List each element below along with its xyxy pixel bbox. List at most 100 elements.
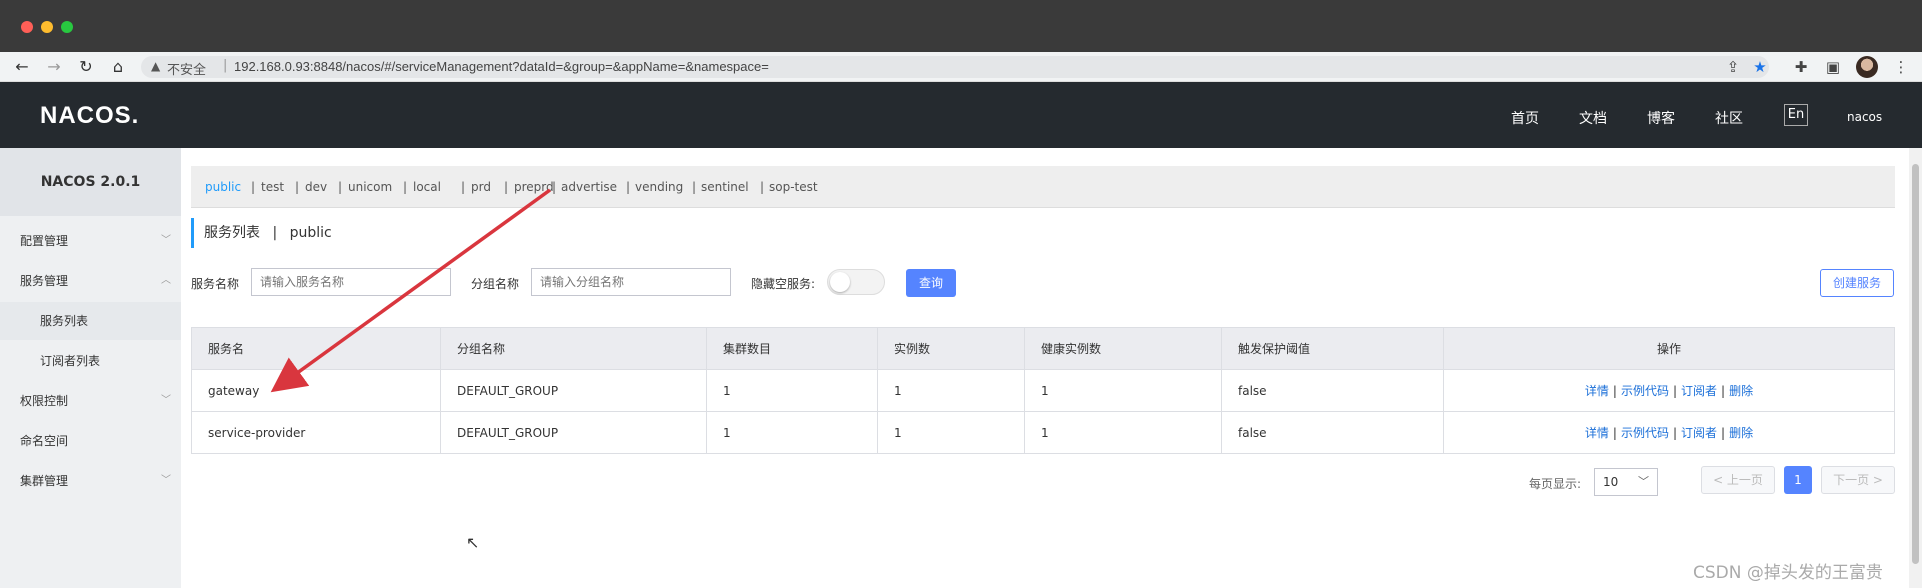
chevron-down-icon: ﹀ <box>161 235 171 246</box>
address-separator: | <box>223 58 228 73</box>
sidebar-item-auth[interactable]: 权限控制 ﹀ <box>0 382 181 420</box>
page-size-value: 10 <box>1603 475 1619 489</box>
forward-icon[interactable]: → <box>44 57 64 77</box>
table-row: gateway DEFAULT_GROUP 1 1 1 false 详情 | 示例代… <box>191 369 1895 412</box>
menu-kebab-icon[interactable]: ⋮ <box>1891 57 1911 77</box>
namespace-advertise[interactable]: advertise <box>561 180 617 194</box>
namespace-prd[interactable]: prd <box>471 180 491 194</box>
page-scrollbar[interactable] <box>1909 148 1922 588</box>
nav-home[interactable]: 首页 <box>1511 108 1539 128</box>
current-user[interactable]: nacos <box>1847 110 1882 124</box>
detail-link[interactable]: 详情 <box>1585 384 1609 398</box>
share-icon[interactable]: ⇪ <box>1723 57 1743 77</box>
col-healthy-count: 健康实例数 <box>1024 327 1222 370</box>
page-size-select[interactable]: 10 ﹀ <box>1594 468 1658 496</box>
namespace-local[interactable]: local <box>413 180 441 194</box>
app-header: NACOS. 首页 文档 博客 社区 En nacos <box>0 82 1922 148</box>
namespace-separator: | <box>626 180 631 194</box>
namespace-separator: | <box>760 180 765 194</box>
table-row: service-provider DEFAULT_GROUP 1 1 1 fal… <box>191 411 1895 454</box>
sidebar-item-service[interactable]: 服务管理 ︿ <box>0 262 181 300</box>
namespace-test[interactable]: test <box>261 180 284 194</box>
cell-healthy-count: 1 <box>1024 369 1222 412</box>
maximize-window-icon[interactable] <box>61 21 73 33</box>
sample-code-link[interactable]: 示例代码 <box>1621 426 1669 440</box>
action-separator: | <box>1672 426 1678 440</box>
watermark: CSDN @掉头发的王富贵 <box>1693 563 1883 583</box>
sidebar-item-config[interactable]: 配置管理 ﹀ <box>0 222 181 260</box>
language-toggle[interactable]: En <box>1784 104 1808 126</box>
create-service-button[interactable]: 创建服务 <box>1820 269 1894 297</box>
subscribers-link[interactable]: 订阅者 <box>1681 426 1717 440</box>
namespace-sentinel[interactable]: sentinel <box>701 180 749 194</box>
sidebar-item-label: 集群管理 <box>20 474 69 488</box>
page-title-text: 服务列表 <box>204 225 260 241</box>
action-separator: | <box>1672 384 1678 398</box>
namespace-separator: | <box>552 180 557 194</box>
subscribers-link[interactable]: 订阅者 <box>1681 384 1717 398</box>
cell-protect-threshold: false <box>1221 369 1444 412</box>
namespace-sop-test[interactable]: sop-test <box>769 180 818 194</box>
sidebar-item-label: 配置管理 <box>20 234 69 248</box>
cell-cluster-count: 1 <box>706 411 878 454</box>
bookmark-star-icon[interactable]: ★ <box>1750 57 1770 77</box>
service-name-label: 服务名称 <box>191 277 240 291</box>
warning-icon: ▲ <box>151 59 161 73</box>
sidebar-item-cluster[interactable]: 集群管理 ﹀ <box>0 462 181 500</box>
browser-titlebar <box>0 0 1922 52</box>
close-window-icon[interactable] <box>21 21 33 33</box>
namespace-separator: | <box>295 180 300 194</box>
query-button[interactable]: 查询 <box>906 269 956 297</box>
sample-code-link[interactable]: 示例代码 <box>1621 384 1669 398</box>
namespace-preprd[interactable]: preprd <box>514 180 554 194</box>
nacos-logo[interactable]: NACOS. <box>40 102 139 130</box>
reload-icon[interactable]: ↻ <box>76 57 96 77</box>
namespace-public[interactable]: public <box>205 180 241 194</box>
nav-blog[interactable]: 博客 <box>1647 108 1675 128</box>
back-icon[interactable]: ← <box>12 57 32 77</box>
minimize-window-icon[interactable] <box>41 21 53 33</box>
action-separator: | <box>1721 426 1726 440</box>
toggle-knob <box>830 272 850 292</box>
page-title: 服务列表 | public <box>191 218 332 248</box>
hide-empty-label: 隐藏空服务: <box>751 277 816 291</box>
action-separator: | <box>1721 384 1726 398</box>
scroll-thumb[interactable] <box>1912 164 1919 564</box>
extensions-icon[interactable]: ✚ <box>1791 57 1811 77</box>
nav-community[interactable]: 社区 <box>1715 108 1743 128</box>
delete-link[interactable]: 删除 <box>1729 426 1753 440</box>
cell-cluster-count: 1 <box>706 369 878 412</box>
current-page-button[interactable]: 1 <box>1784 466 1812 494</box>
action-separator: | <box>1612 384 1617 398</box>
sidebar-item-namespace[interactable]: 命名空间 <box>0 422 181 460</box>
namespace-vending[interactable]: vending <box>635 180 683 194</box>
next-page-button[interactable]: 下一页 > <box>1821 466 1895 494</box>
detail-link[interactable]: 详情 <box>1585 426 1609 440</box>
page-title-separator: | <box>272 225 278 241</box>
url-text[interactable]: 192.168.0.93:8848/nacos/#/serviceManagem… <box>234 59 769 74</box>
sidebar-item-label: 服务管理 <box>20 274 69 288</box>
sidebar-item-service-list[interactable]: 服务列表 <box>0 302 181 340</box>
hide-empty-toggle[interactable] <box>827 269 885 295</box>
group-name-label: 分组名称 <box>471 277 520 291</box>
namespace-separator: | <box>692 180 697 194</box>
page-size-label: 每页显示: <box>1529 477 1582 491</box>
service-name-input[interactable] <box>251 268 451 296</box>
prev-page-button[interactable]: < 上一页 <box>1701 466 1775 494</box>
nav-docs[interactable]: 文档 <box>1579 108 1607 128</box>
cell-operations: 详情 | 示例代码 | 订阅者 | 删除 <box>1443 411 1895 454</box>
chevron-down-icon: ﹀ <box>161 475 171 486</box>
sidebar-item-label: 命名空间 <box>20 434 69 448</box>
sidepanel-icon[interactable]: ▣ <box>1823 57 1843 77</box>
namespace-dev[interactable]: dev <box>305 180 327 194</box>
col-operations: 操作 <box>1443 327 1895 370</box>
address-bar[interactable]: ▲ 不安全 | 192.168.0.93:8848/nacos/#/servic… <box>141 56 1769 78</box>
col-protect-threshold: 触发保护阈值 <box>1221 327 1444 370</box>
sidebar-item-subscribers[interactable]: 订阅者列表 <box>0 342 181 380</box>
profile-avatar[interactable] <box>1856 56 1878 78</box>
namespace-unicom[interactable]: unicom <box>348 180 392 194</box>
col-instance-count: 实例数 <box>877 327 1025 370</box>
delete-link[interactable]: 删除 <box>1729 384 1753 398</box>
group-name-input[interactable] <box>531 268 731 296</box>
home-icon[interactable]: ⌂ <box>108 57 128 77</box>
